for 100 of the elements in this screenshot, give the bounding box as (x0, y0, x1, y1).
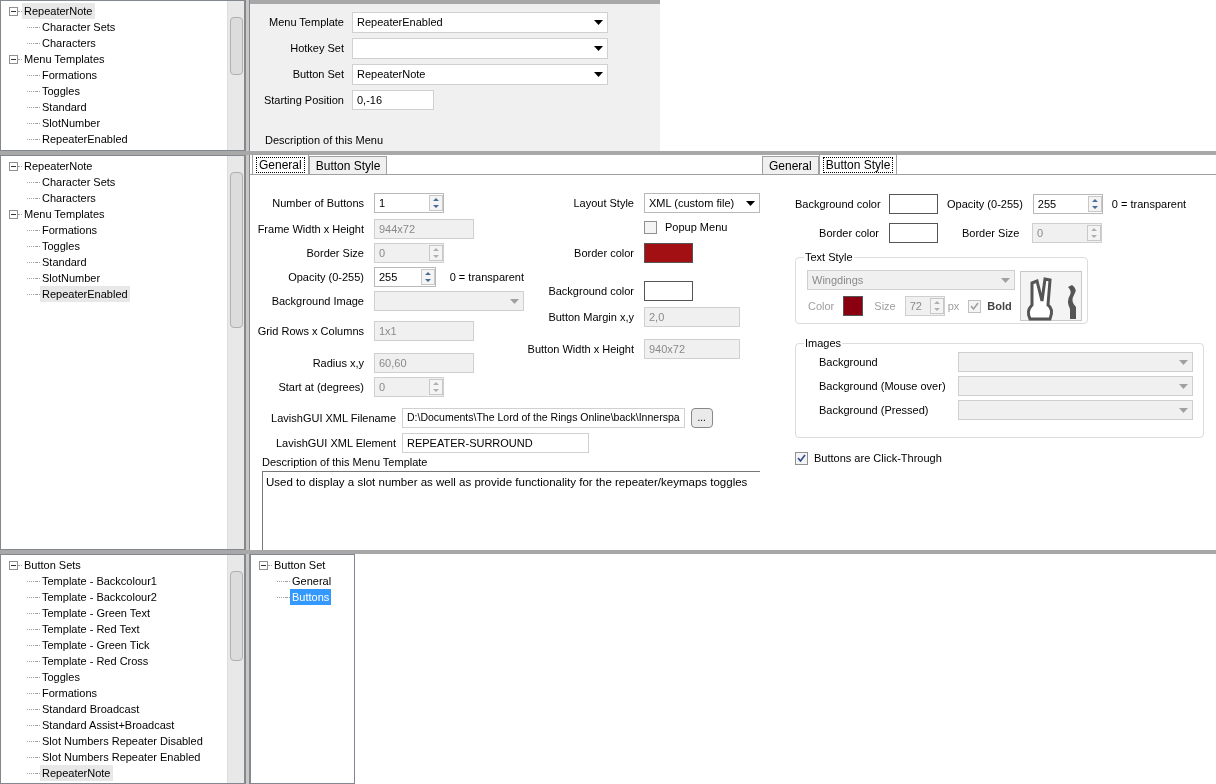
field-label: Frame Width x Height (256, 221, 364, 237)
color-swatch[interactable] (644, 243, 693, 263)
checkbox-label: Popup Menu (665, 219, 728, 235)
tree-item[interactable]: Standard Broadcast (40, 700, 142, 718)
field-label: Button Set (291, 67, 344, 83)
tree-item[interactable]: Toggles (40, 668, 82, 686)
tree-item[interactable]: Template - Red Text (40, 620, 142, 638)
tree-item[interactable]: Menu Templates (22, 50, 107, 68)
checkbox[interactable] (644, 220, 657, 234)
caret-icon (1179, 359, 1188, 365)
caret-icon (594, 46, 603, 51)
tree-item[interactable]: Button Set (272, 556, 328, 574)
tree-item[interactable]: Toggles (40, 237, 82, 255)
field-label: Size (874, 298, 896, 314)
field-label: Start at (degrees) (277, 379, 364, 395)
caret-icon (594, 72, 603, 77)
tree-item[interactable]: Template - Green Text (40, 604, 152, 622)
field-label: Border color (573, 245, 634, 261)
tree-item[interactable]: RepeaterNote (22, 2, 95, 20)
field-label: Opacity (0-255) (287, 269, 364, 285)
tree-item[interactable]: RepeaterNote (40, 764, 113, 782)
tab[interactable]: Button Style (308, 156, 388, 174)
field-label: LavishGUI XML Element (274, 435, 396, 451)
tree-item[interactable]: Character Sets (40, 18, 118, 36)
tree-item[interactable]: Characters (40, 34, 98, 52)
field-label: LavishGUI XML Filename (270, 410, 396, 426)
scrollbar[interactable] (227, 1, 244, 150)
tree-item[interactable]: Standard (40, 98, 89, 116)
checkbox[interactable] (968, 299, 982, 313)
tree-item[interactable]: Template - Green Tick (40, 636, 152, 654)
scrollbar[interactable] (227, 156, 244, 549)
field-label: Menu Template (268, 15, 344, 31)
tree-item[interactable]: Characters (40, 189, 98, 207)
tree-item[interactable]: RepeaterNote (22, 157, 95, 175)
tree-item[interactable]: General (290, 572, 334, 590)
tree-item[interactable]: SlotNumber (40, 269, 103, 287)
tree-item[interactable]: Menu Templates (22, 205, 107, 223)
text-field[interactable]: D:\Documents\The Lord of the Rings Online\back\Innerspa (402, 408, 685, 428)
text-field[interactable]: REPEATER-SURROUND (402, 433, 589, 453)
section-label: Description of this Menu Template (262, 455, 429, 470)
field-label: Opacity (0-255) (947, 196, 1023, 212)
tree-item[interactable]: Standard (40, 253, 89, 271)
collapse-icon[interactable] (9, 161, 18, 171)
tree-item[interactable]: Slot Numbers Repeater Enabled (40, 748, 203, 766)
collapse-icon[interactable] (9, 209, 18, 219)
tab[interactable]: General (252, 154, 309, 174)
spin-arrows-icon[interactable] (1087, 196, 1102, 212)
checkbox[interactable] (795, 451, 808, 465)
caret-icon (746, 200, 755, 206)
caret-icon (1179, 383, 1188, 389)
spin-arrows-icon[interactable] (420, 269, 435, 285)
tree-item[interactable]: SlotNumber (40, 114, 103, 132)
tab[interactable]: General (762, 156, 819, 174)
tree-item[interactable]: RepeaterEnabled (40, 285, 130, 303)
tree-item[interactable]: Standard Assist+Broadcast (40, 716, 177, 734)
scrollbar[interactable] (227, 555, 244, 783)
field-label: Number of Buttons (271, 195, 364, 211)
dropdown[interactable]: RepeaterEnabled (352, 12, 608, 33)
tree-item[interactable]: Character Sets (40, 173, 118, 191)
spin-field[interactable]: 1 (374, 193, 444, 213)
field-label: Background (Mouse over) (819, 378, 946, 394)
tree-item[interactable]: Toggles (40, 82, 82, 100)
text-field[interactable]: 0,-16 (352, 90, 434, 110)
tab[interactable]: Button Style (818, 154, 898, 174)
field-label: Starting Position (262, 92, 344, 108)
color-swatch[interactable] (889, 194, 938, 214)
tree-item[interactable]: Formations (40, 684, 100, 702)
collapse-icon[interactable] (259, 560, 268, 570)
field-note: 0 = transparent (449, 269, 524, 285)
browse-button[interactable]: ... (690, 408, 713, 428)
field-note: 0 = transparent (1111, 196, 1187, 212)
field-label: Background color (795, 196, 879, 212)
spin-field[interactable]: 255 (374, 267, 436, 287)
tree-item[interactable]: Button Sets (22, 556, 83, 574)
dropdown[interactable]: XML (custom file) (644, 193, 760, 213)
spin-arrows-icon[interactable] (429, 195, 443, 211)
tree-item[interactable]: Formations (40, 221, 100, 239)
dropdown[interactable]: RepeaterNote (352, 64, 608, 85)
tree-item[interactable]: Formations (40, 66, 100, 84)
field-label: Hotkey Set (289, 41, 344, 57)
caret-icon (1001, 277, 1010, 283)
spin-field[interactable]: 255 (1032, 194, 1103, 214)
tree-item[interactable]: Template - Backcolour2 (40, 588, 159, 606)
collapse-icon[interactable] (9, 6, 18, 16)
field-label: Border color (818, 225, 879, 241)
section-label: Description of this Menu (265, 133, 384, 148)
color-swatch[interactable] (889, 223, 938, 243)
tree-item[interactable]: RepeaterEnabled (40, 130, 130, 148)
field-label: Grid Rows x Columns (256, 323, 364, 339)
collapse-icon[interactable] (9, 560, 18, 570)
color-swatch[interactable] (644, 281, 693, 301)
tree-item[interactable]: Slot Numbers Repeater Disabled (40, 732, 205, 750)
tree-item[interactable]: Template - Backcolour1 (40, 572, 159, 590)
field-label: Color (808, 298, 835, 314)
color-swatch[interactable] (843, 296, 864, 316)
field-label: Background color (547, 283, 634, 299)
field-label: Background (Pressed) (819, 402, 929, 418)
tree-item[interactable]: Template - Red Cross (40, 652, 151, 670)
collapse-icon[interactable] (9, 54, 18, 64)
field-label: Background Image (270, 293, 364, 309)
